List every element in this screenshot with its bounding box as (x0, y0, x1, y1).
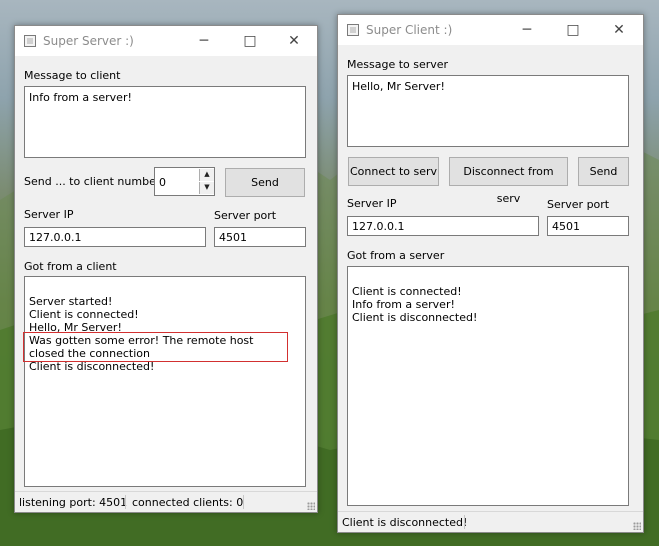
close-icon[interactable]: ✕ (596, 15, 642, 45)
send-to-client-label: Send ... to client number (24, 175, 161, 188)
server-titlebar[interactable]: Super Server :) ─ □ ✕ (15, 26, 317, 56)
client-statusbar: Client is disconnected! (338, 511, 643, 532)
server-port-label: Server port (214, 209, 277, 222)
resize-grip-icon[interactable] (633, 522, 641, 530)
disconnect-button[interactable]: Disconnect from serv (449, 157, 568, 205)
window-title: Super Client :) (366, 23, 453, 37)
message-to-client-input[interactable]: Info from a server! (24, 86, 306, 158)
message-text: Hello, Mr Server! (352, 80, 445, 93)
server-ip-input[interactable]: 127.0.0.1 (24, 227, 206, 247)
connected-clients-status: connected clients: 0 (132, 496, 244, 509)
send-button[interactable]: Send (578, 157, 629, 186)
maximize-icon[interactable]: □ (550, 15, 596, 45)
maximize-icon[interactable]: □ (227, 26, 273, 56)
server-ip-value: 127.0.0.1 (29, 231, 82, 244)
client-titlebar[interactable]: Super Client :) ─ □ ✕ (338, 15, 643, 45)
resize-grip-icon[interactable] (307, 502, 315, 510)
message-text: Info from a server! (29, 91, 132, 104)
got-from-client-label: Got from a client (24, 260, 117, 273)
server-log-area[interactable]: Client is connected! Info from a server!… (347, 266, 629, 506)
server-port-label: Server port (547, 198, 610, 211)
send-button-label: Send (589, 165, 618, 178)
log-line: Server started! (29, 295, 113, 308)
minimize-icon[interactable]: ─ (504, 15, 550, 45)
window-title: Super Server :) (43, 34, 134, 48)
server-ip-label: Server IP (347, 197, 397, 210)
server-window: Super Server :) ─ □ ✕ Message to client … (14, 25, 318, 513)
server-ip-value: 127.0.0.1 (352, 220, 405, 233)
status-separator (464, 515, 465, 529)
log-line: Client is connected! (29, 308, 139, 321)
app-icon (347, 24, 359, 36)
server-ip-input[interactable]: 127.0.0.1 (347, 216, 539, 236)
client-number-value: 0 (159, 176, 166, 189)
server-port-input[interactable]: 4501 (547, 216, 629, 236)
close-icon[interactable]: ✕ (271, 26, 317, 56)
log-line: Client is connected! (352, 285, 462, 298)
send-button-label: Send (251, 176, 279, 189)
status-separator (125, 495, 126, 509)
spin-down-icon[interactable]: ▼ (199, 182, 214, 194)
connect-button-label: Connect to serv (349, 165, 438, 178)
client-number-spinbox[interactable]: 0 ▲ ▼ (154, 167, 215, 196)
status-separator (243, 495, 244, 509)
listening-port-status: listening port: 4501 (19, 496, 128, 509)
got-from-server-label: Got from a server (347, 249, 445, 262)
disconnect-button-label: Disconnect from serv (463, 165, 554, 205)
server-statusbar: listening port: 4501 connected clients: … (15, 491, 317, 512)
connect-button[interactable]: Connect to serv (348, 157, 439, 186)
minimize-icon[interactable]: ─ (181, 26, 227, 56)
message-to-server-label: Message to server (347, 58, 449, 71)
message-to-server-input[interactable]: Hello, Mr Server! (347, 75, 629, 147)
server-port-input[interactable]: 4501 (214, 227, 306, 247)
app-icon (24, 35, 36, 47)
spin-up-icon[interactable]: ▲ (199, 169, 214, 181)
send-button[interactable]: Send (225, 168, 305, 197)
log-line: Client is disconnected! (352, 311, 478, 324)
server-port-value: 4501 (219, 231, 247, 244)
server-ip-label: Server IP (24, 208, 74, 221)
client-log-area[interactable]: Server started! Client is connected! Hel… (23, 276, 306, 487)
error-highlight-box (23, 332, 288, 362)
message-to-client-label: Message to client (24, 69, 121, 82)
connection-status: Client is disconnected! (342, 516, 468, 529)
server-port-value: 4501 (552, 220, 580, 233)
client-window: Super Client :) ─ □ ✕ Message to server … (337, 14, 644, 533)
log-line: Info from a server! (352, 298, 455, 311)
